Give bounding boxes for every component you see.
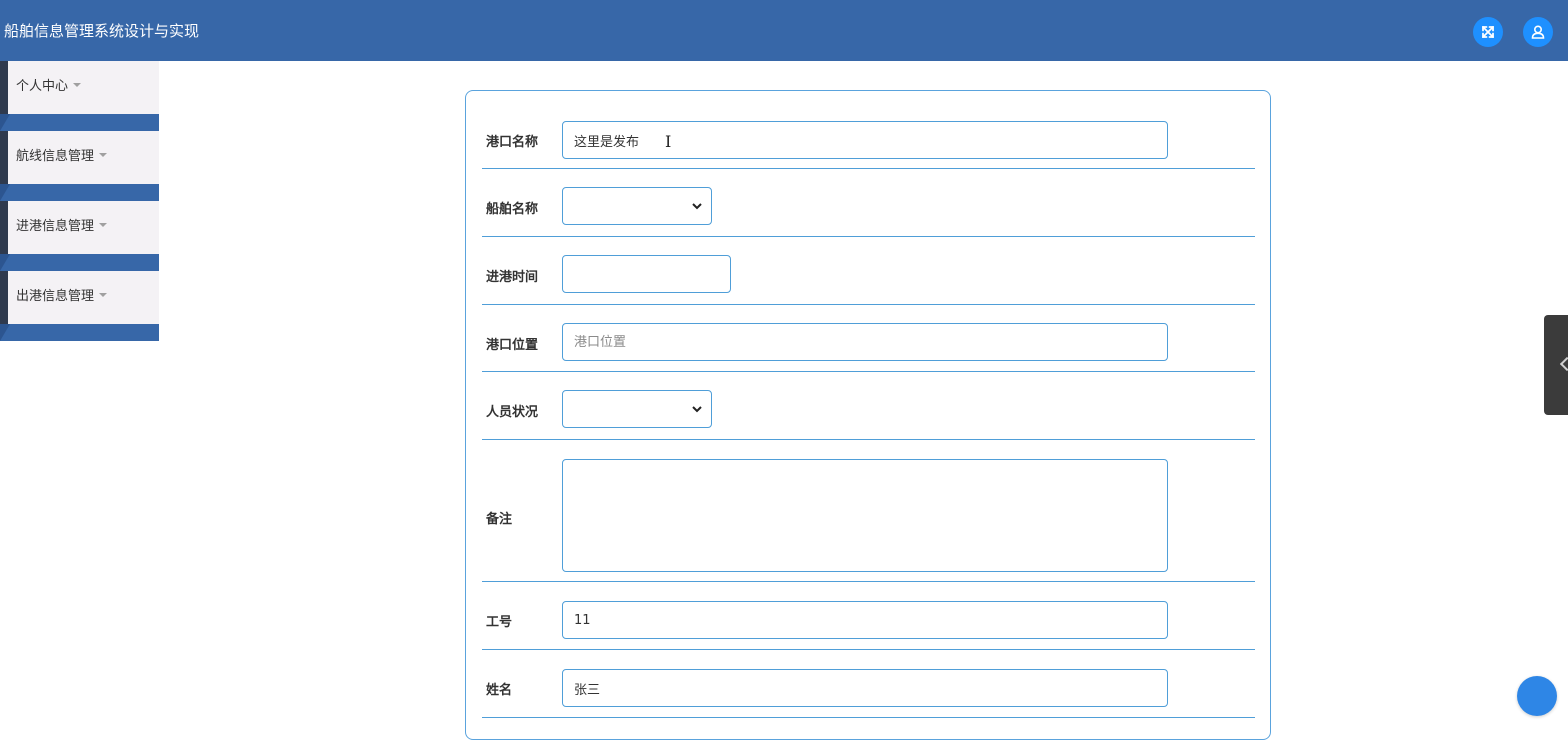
expand-arrows-icon	[1482, 26, 1494, 38]
fullscreen-button[interactable]	[1473, 17, 1503, 47]
sidebar-item-label: 个人中心	[16, 79, 69, 94]
sidebar-item-label: 进港信息管理	[16, 219, 95, 234]
arrival-time-label: 进港时间	[486, 270, 539, 285]
chevron-down-icon	[692, 406, 702, 413]
name-input[interactable]	[562, 669, 1168, 707]
sidebar-divider	[0, 184, 159, 201]
crew-status-label: 人员状况	[486, 405, 539, 420]
sidebar-item-personal-center[interactable]: 个人中心	[0, 61, 159, 114]
user-icon	[1531, 25, 1545, 39]
name-label: 姓名	[486, 683, 513, 698]
caret-down-icon	[99, 292, 108, 297]
ship-name-select[interactable]	[562, 187, 712, 225]
arrival-time-input[interactable]	[562, 255, 731, 293]
sidebar-group-personal: 个人中心	[0, 61, 159, 131]
port-name-input[interactable]	[562, 121, 1168, 159]
port-location-label: 港口位置	[486, 338, 539, 353]
sidebar-item-departure-info[interactable]: 出港信息管理	[0, 271, 159, 324]
remark-label: 备注	[486, 512, 513, 527]
form-row-port-name: 港口名称 I	[482, 91, 1255, 169]
app-title: 船舶信息管理系统设计与实现	[4, 22, 200, 40]
form-row-crew-status: 人员状况	[482, 372, 1255, 440]
chevron-down-icon	[692, 203, 702, 210]
form-row-name: 姓名	[482, 650, 1255, 718]
port-location-input[interactable]	[562, 323, 1168, 361]
employee-no-label: 工号	[486, 615, 513, 630]
sidebar-divider	[0, 324, 159, 341]
sidebar-item-route-info[interactable]: 航线信息管理	[0, 131, 159, 184]
remark-textarea[interactable]	[562, 459, 1168, 572]
sidebar-divider	[0, 254, 159, 271]
top-header: 船舶信息管理系统设计与实现	[0, 0, 1568, 61]
port-name-label: 港口名称	[486, 135, 539, 150]
ship-name-label: 船舶名称	[486, 202, 539, 217]
sidebar-group-arrival: 进港信息管理	[0, 201, 159, 271]
sidebar-group-route: 航线信息管理	[0, 131, 159, 201]
sidebar-group-departure: 出港信息管理	[0, 271, 159, 341]
crew-status-select[interactable]	[562, 390, 712, 428]
form-row-port-location: 港口位置	[482, 305, 1255, 372]
collapsed-side-panel-tab[interactable]	[1544, 315, 1568, 415]
caret-down-icon	[99, 152, 108, 157]
user-button[interactable]	[1523, 17, 1553, 47]
form-row-arrival-time: 进港时间	[482, 237, 1255, 305]
sidebar: 个人中心 航线信息管理 进港信息管理 出港信息管理	[0, 61, 159, 341]
caret-down-icon	[73, 82, 82, 87]
sidebar-item-arrival-info[interactable]: 进港信息管理	[0, 201, 159, 254]
form-row-employee-no: 工号	[482, 582, 1255, 650]
floating-action-button[interactable]	[1517, 676, 1557, 716]
text-cursor-icon: I	[665, 132, 672, 151]
sidebar-item-label: 出港信息管理	[16, 289, 95, 304]
sidebar-item-label: 航线信息管理	[16, 149, 95, 164]
add-form-card: 港口名称 I 船舶名称 进港时间 港口位置 人员状况 备注 工号 姓名	[465, 90, 1271, 740]
form-row-ship-name: 船舶名称	[482, 169, 1255, 237]
form-row-remark: 备注	[482, 440, 1255, 582]
sidebar-divider	[0, 114, 159, 131]
employee-no-input[interactable]	[562, 601, 1168, 639]
caret-down-icon	[99, 222, 108, 227]
